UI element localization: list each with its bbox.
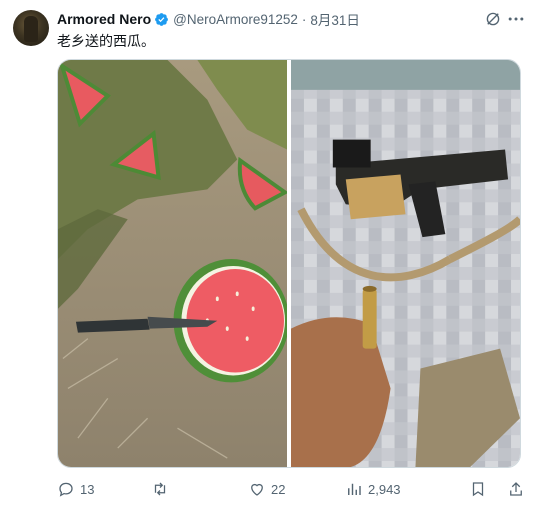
views-button[interactable]: 2,943 — [345, 480, 401, 498]
media-grid — [57, 59, 521, 468]
avatar[interactable] — [13, 10, 49, 46]
photo-watermelon[interactable] — [58, 60, 287, 467]
tweet-header: Armored Nero @NeroArmore91252 · 8月31日 — [57, 9, 528, 29]
reply-count: 13 — [80, 481, 95, 497]
share-icon[interactable] — [507, 480, 525, 498]
tweet-text: 老乡送的西瓜。 — [57, 33, 155, 49]
like-count: 22 — [271, 481, 286, 497]
photo-rifle[interactable] — [291, 60, 520, 467]
separator-dot: · — [301, 11, 307, 27]
verified-badge-icon — [155, 12, 169, 26]
reply-button[interactable]: 13 — [57, 480, 94, 498]
reply-icon — [59, 482, 73, 497]
grok-icon[interactable] — [484, 10, 502, 28]
retweet-icon — [154, 482, 166, 496]
like-icon — [251, 483, 263, 496]
views-icon — [348, 483, 361, 495]
action-bar: 13 22 2,943 — [57, 480, 528, 500]
view-count: 2,943 — [368, 481, 401, 497]
display-name[interactable]: Armored Nero — [57, 11, 151, 27]
watermelon-photo-image — [58, 60, 287, 467]
rifle-photo-image — [291, 60, 520, 467]
more-icon[interactable] — [506, 9, 526, 29]
tweet-date[interactable]: 8月31日 — [310, 9, 360, 29]
user-handle[interactable]: @NeroArmore91252 — [173, 12, 298, 27]
like-button[interactable]: 22 — [248, 480, 285, 498]
retweet-button[interactable] — [151, 480, 174, 498]
bookmark-icon[interactable] — [469, 480, 487, 498]
